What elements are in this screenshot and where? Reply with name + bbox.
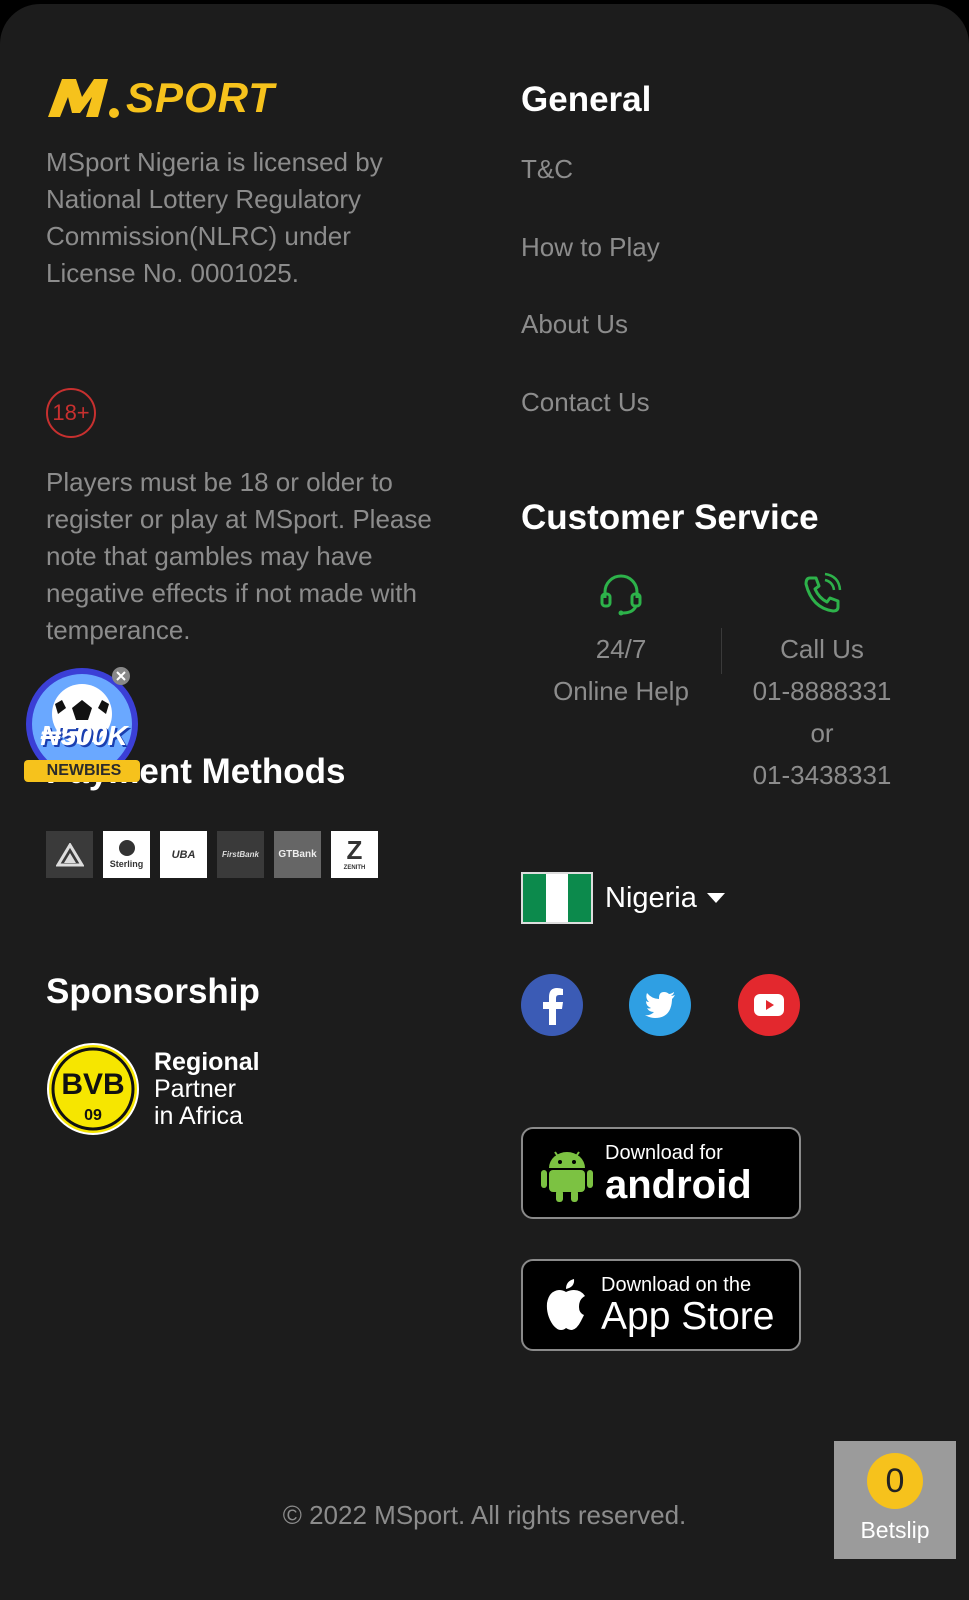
msport-logo[interactable]: SPORT xyxy=(46,74,275,122)
apple-icon xyxy=(546,1279,585,1330)
m-logo-icon xyxy=(48,79,119,118)
newbies-promo-badge[interactable]: ₦500K NEWBIES xyxy=(22,664,146,792)
bvb-logo: BVB 09 xyxy=(47,1043,139,1135)
alat-logo xyxy=(46,831,93,878)
online-help-hours: 24/7 xyxy=(595,634,647,664)
betslip-label: Betslip xyxy=(860,1517,930,1543)
android-download-button[interactable]: Download for android xyxy=(521,1127,801,1219)
appstore-small-label: Download on the xyxy=(601,1273,752,1296)
svg-text:09: 09 xyxy=(84,1107,102,1124)
headset-icon xyxy=(600,574,642,616)
betslip-button[interactable]: 0 Betslip xyxy=(834,1441,956,1559)
copyright-text: © 2022 MSport. All rights reserved. xyxy=(282,1500,687,1530)
gtbank-logo: GTBank xyxy=(274,831,321,878)
bvb-line1: Regional xyxy=(154,1047,260,1076)
facebook-icon xyxy=(543,988,563,1025)
android-icon xyxy=(541,1151,593,1202)
license-text: MSport Nigeria is licensed by National L… xyxy=(46,147,383,288)
phone-number-1[interactable]: 01-8888331 xyxy=(737,670,907,712)
appstore-big-label: App Store xyxy=(601,1294,775,1338)
zenith-z-icon: Z xyxy=(346,834,363,865)
link-terms[interactable]: T&C xyxy=(521,154,573,185)
appstore-download-button[interactable]: Download on the App Store xyxy=(521,1259,801,1351)
bvb-sponsorship: BVB 09 Regional Partner in Africa xyxy=(46,1042,260,1136)
chevron-down-icon xyxy=(706,893,725,903)
uba-logo: UBA xyxy=(160,831,207,878)
footer-panel: SPORT MSport Nigeria is licensed by Nati… xyxy=(0,4,969,1600)
call-us-label: Call Us xyxy=(780,634,864,664)
promo-amount: ₦500K xyxy=(40,720,128,751)
firstbank-logo: FirstBank xyxy=(217,831,264,878)
payment-logos: Sterling UBA FirstBank GTBank Z ZENITH xyxy=(46,831,378,878)
bvb-line3: in Africa xyxy=(154,1101,243,1130)
country-name: Nigeria xyxy=(605,881,697,914)
age-restriction-badge: 18+ xyxy=(46,388,96,438)
youtube-button[interactable] xyxy=(738,974,800,1036)
customer-service-title: Customer Service xyxy=(521,498,819,537)
call-us[interactable]: Call Us 01-8888331 or 01-3438331 xyxy=(737,572,907,796)
zenith-label: ZENITH xyxy=(343,864,366,871)
facebook-button[interactable] xyxy=(521,974,583,1036)
betslip-count: 0 xyxy=(867,1453,923,1509)
link-how-to-play[interactable]: How to Play xyxy=(521,232,660,263)
sterling-logo: Sterling xyxy=(103,831,150,878)
cs-divider xyxy=(721,628,722,674)
general-title: General xyxy=(521,80,652,119)
link-contact-us[interactable]: Contact Us xyxy=(521,387,650,418)
twitter-button[interactable] xyxy=(629,974,691,1036)
sterling-label: Sterling xyxy=(109,859,144,869)
sponsorship-title: Sponsorship xyxy=(46,972,260,1011)
android-big-label: android xyxy=(605,1162,752,1207)
phone-icon xyxy=(804,572,842,613)
link-about-us[interactable]: About Us xyxy=(521,309,628,340)
age-notice-text: Players must be 18 or older to register … xyxy=(46,467,432,645)
alat-icon xyxy=(55,842,84,866)
phone-or: or xyxy=(810,718,834,748)
online-help-label: Online Help xyxy=(553,676,689,706)
android-small-label: Download for xyxy=(605,1141,723,1164)
twitter-icon xyxy=(645,992,675,1018)
youtube-icon xyxy=(754,994,784,1016)
nigeria-flag-icon xyxy=(521,872,593,924)
bvb-line2: Partner xyxy=(154,1074,236,1103)
svg-text:BVB: BVB xyxy=(61,1068,124,1101)
brand-name: SPORT xyxy=(126,74,275,121)
online-help[interactable]: 24/7 Online Help xyxy=(536,572,706,712)
phone-number-2[interactable]: 01-3438331 xyxy=(737,754,907,796)
country-selector[interactable]: Nigeria xyxy=(521,872,725,924)
promo-label: NEWBIES xyxy=(46,762,122,779)
zenith-logo: Z ZENITH xyxy=(331,831,378,878)
